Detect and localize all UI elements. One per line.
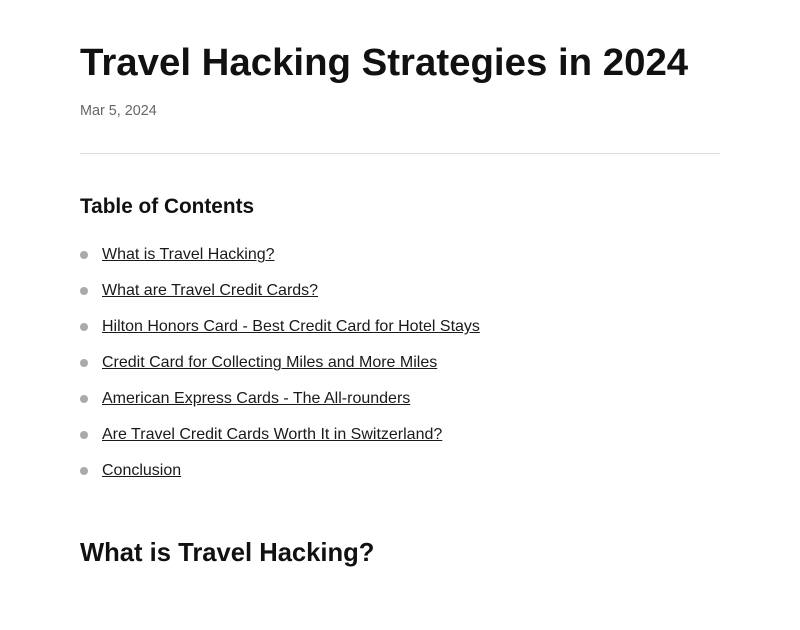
article-title: Travel Hacking Strategies in 2024 — [80, 40, 720, 86]
toc-bullet-2 — [80, 287, 88, 295]
table-of-contents: What is Travel Hacking? What are Travel … — [80, 243, 720, 483]
toc-link-4[interactable]: Credit Card for Collecting Miles and Mor… — [102, 351, 437, 375]
toc-bullet-7 — [80, 467, 88, 475]
toc-link-1[interactable]: What is Travel Hacking? — [102, 243, 275, 267]
toc-item-6: Are Travel Credit Cards Worth It in Swit… — [80, 423, 720, 447]
toc-link-3[interactable]: Hilton Honors Card - Best Credit Card fo… — [102, 315, 480, 339]
toc-item-2: What are Travel Credit Cards? — [80, 279, 720, 303]
article-date: Mar 5, 2024 — [80, 100, 720, 123]
first-section-heading: What is Travel Hacking? — [80, 533, 720, 574]
toc-item-4: Credit Card for Collecting Miles and Mor… — [80, 351, 720, 375]
toc-item-5: American Express Cards - The All-rounder… — [80, 387, 720, 411]
toc-link-7[interactable]: Conclusion — [102, 459, 181, 483]
toc-bullet-3 — [80, 323, 88, 331]
toc-bullet-5 — [80, 395, 88, 403]
toc-link-6[interactable]: Are Travel Credit Cards Worth It in Swit… — [102, 423, 442, 447]
toc-bullet-1 — [80, 251, 88, 259]
toc-item-7: Conclusion — [80, 459, 720, 483]
toc-link-5[interactable]: American Express Cards - The All-rounder… — [102, 387, 410, 411]
page-container: Travel Hacking Strategies in 2024 Mar 5,… — [0, 0, 800, 630]
toc-item-1: What is Travel Hacking? — [80, 243, 720, 267]
toc-bullet-6 — [80, 431, 88, 439]
section-divider — [80, 153, 720, 154]
toc-bullet-4 — [80, 359, 88, 367]
toc-link-2[interactable]: What are Travel Credit Cards? — [102, 279, 318, 303]
toc-item-3: Hilton Honors Card - Best Credit Card fo… — [80, 315, 720, 339]
toc-heading: Table of Contents — [80, 190, 720, 223]
